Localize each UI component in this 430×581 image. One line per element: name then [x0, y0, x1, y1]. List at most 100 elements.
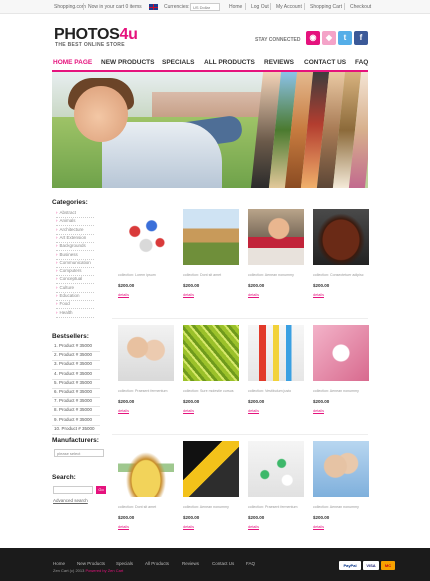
- logo-accent: 4u: [119, 26, 138, 43]
- category-link[interactable]: Backgrounds: [56, 243, 86, 248]
- product-price: $200.00: [183, 515, 200, 520]
- product-thumbnail[interactable]: [118, 209, 174, 265]
- product-thumbnail[interactable]: [313, 209, 369, 265]
- product-price: $200.00: [248, 283, 265, 288]
- top-link-my-account[interactable]: My Account: [276, 4, 302, 10]
- hero-banner[interactable]: [52, 72, 368, 188]
- nav-faq[interactable]: FAQ: [355, 55, 368, 69]
- product-description: collection: Sure molestie cursus: [183, 389, 234, 393]
- manufacturers-select[interactable]: please select: [54, 449, 104, 457]
- currencies-label: Currencies:: [164, 4, 190, 10]
- bestseller-item[interactable]: 5. Product # 35000: [54, 380, 92, 385]
- product-price: $200.00: [313, 399, 330, 404]
- bestseller-item[interactable]: 7. Product # 35000: [54, 398, 92, 403]
- footer-link-all-products[interactable]: All Products: [145, 561, 169, 566]
- footer-link-reviews[interactable]: Reviews: [182, 561, 199, 566]
- product-details-link[interactable]: details: [248, 293, 259, 297]
- bestseller-item[interactable]: 10. Product # 35000: [54, 426, 95, 431]
- product-details-link[interactable]: details: [183, 409, 194, 413]
- footer-link-specials[interactable]: Specials: [116, 561, 133, 566]
- category-link[interactable]: Communication: [56, 260, 91, 265]
- product-details-link[interactable]: details: [183, 525, 194, 529]
- category-link[interactable]: Computers: [56, 268, 82, 273]
- product-thumbnail[interactable]: [313, 325, 369, 381]
- footer-link-home[interactable]: Home: [53, 561, 65, 566]
- product-details-link[interactable]: details: [248, 409, 259, 413]
- category-link[interactable]: Abstract: [56, 210, 77, 215]
- top-utility-bar: Shopping.com Now in your cart 0 items Cu…: [0, 0, 430, 14]
- product-thumbnail[interactable]: [118, 325, 174, 381]
- category-link[interactable]: Food: [56, 301, 70, 306]
- product-thumbnail[interactable]: [118, 441, 174, 497]
- powered-by-link[interactable]: Powered by Zen Cart: [85, 568, 123, 573]
- footer-link-new-products[interactable]: New Products: [77, 561, 105, 566]
- product-details-link[interactable]: details: [313, 409, 324, 413]
- english-flag-icon[interactable]: [149, 4, 158, 10]
- product-thumbnail[interactable]: [183, 325, 239, 381]
- nav-all-products[interactable]: ALL PRODUCTS: [204, 55, 255, 69]
- product-details-link[interactable]: details: [118, 525, 129, 529]
- category-link[interactable]: Education: [56, 293, 80, 298]
- nav-specials[interactable]: SPECIALS: [162, 55, 195, 69]
- tag-icon[interactable]: ◆: [322, 31, 336, 45]
- product-thumbnail[interactable]: [248, 441, 304, 497]
- nav-home[interactable]: HOME PAGE: [53, 55, 92, 69]
- product-details-link[interactable]: details: [248, 525, 259, 529]
- mastercard-icon: MC: [381, 561, 395, 570]
- bestseller-item[interactable]: 2. Product # 35000: [54, 352, 92, 357]
- search-input[interactable]: [53, 486, 93, 494]
- product-price: $200.00: [248, 515, 265, 520]
- footer-link-contact-us[interactable]: Contact Us: [212, 561, 234, 566]
- top-link-logout[interactable]: Log Out: [251, 4, 269, 10]
- product-price: $200.00: [118, 283, 135, 288]
- bestseller-item[interactable]: 9. Product # 35000: [54, 417, 92, 422]
- nav-contact-us[interactable]: CONTACT US: [304, 55, 346, 69]
- product-details-link[interactable]: details: [118, 293, 129, 297]
- product-thumbnail[interactable]: [248, 325, 304, 381]
- site-name[interactable]: Shopping.com: [54, 4, 86, 10]
- category-link[interactable]: Health: [56, 310, 73, 315]
- manufacturers-title: Manufacturers:: [52, 437, 99, 444]
- nav-new-products[interactable]: NEW PRODUCTS: [101, 55, 154, 69]
- facebook-icon[interactable]: f: [354, 31, 368, 45]
- product-details-link[interactable]: details: [118, 409, 129, 413]
- footer-link-faq[interactable]: FAQ: [246, 561, 255, 566]
- currency-select[interactable]: US Dollar: [190, 3, 220, 11]
- category-link[interactable]: Architecture: [56, 227, 84, 232]
- product-details-link[interactable]: details: [313, 525, 324, 529]
- nav-reviews[interactable]: REVIEWS: [264, 55, 294, 69]
- product-description: collection: Aenean nonummy: [313, 389, 359, 393]
- advanced-search-link[interactable]: Advanced search: [53, 498, 88, 503]
- product-thumbnail[interactable]: [248, 209, 304, 265]
- twitter-icon[interactable]: t: [338, 31, 352, 45]
- bestseller-item[interactable]: 6. Product # 35000: [54, 389, 92, 394]
- product-details-link[interactable]: details: [313, 293, 324, 297]
- bestseller-item[interactable]: 8. Product # 35000: [54, 407, 92, 412]
- bestseller-item[interactable]: 3. Product # 35000: [54, 361, 92, 366]
- category-link[interactable]: Art Extension: [56, 235, 87, 240]
- top-link-checkout[interactable]: Checkout: [350, 4, 371, 10]
- top-link-shopping-cart[interactable]: Shopping Cart: [310, 4, 342, 10]
- bestseller-item[interactable]: 1. Product # 35000: [54, 343, 92, 348]
- visa-icon: VISA: [363, 561, 379, 570]
- rss-icon[interactable]: ◉: [306, 31, 320, 45]
- product-description: collection: Aenean nonummy: [248, 273, 294, 277]
- cart-status[interactable]: Now in your cart 0 items: [88, 4, 142, 10]
- category-link[interactable]: Conceptual: [56, 276, 83, 281]
- category-link[interactable]: Business: [56, 252, 78, 257]
- product-price: $200.00: [183, 283, 200, 288]
- product-thumbnail[interactable]: [183, 209, 239, 265]
- search-title: Search:: [52, 474, 76, 481]
- product-description: collection: Aenean nonummy: [313, 505, 359, 509]
- product-thumbnail[interactable]: [183, 441, 239, 497]
- top-link-home[interactable]: Home: [229, 4, 242, 10]
- category-link[interactable]: Animals: [56, 218, 76, 223]
- bestseller-divider: [52, 433, 100, 435]
- category-link[interactable]: Culture: [56, 285, 75, 290]
- search-go-button[interactable]: Go: [96, 486, 106, 494]
- product-price: $200.00: [118, 515, 135, 520]
- product-thumbnail[interactable]: [313, 441, 369, 497]
- copyright: Zen Cart (c) 2013 Powered by Zen Cart: [53, 568, 124, 573]
- bestseller-item[interactable]: 4. Product # 35000: [54, 371, 92, 376]
- product-details-link[interactable]: details: [183, 293, 194, 297]
